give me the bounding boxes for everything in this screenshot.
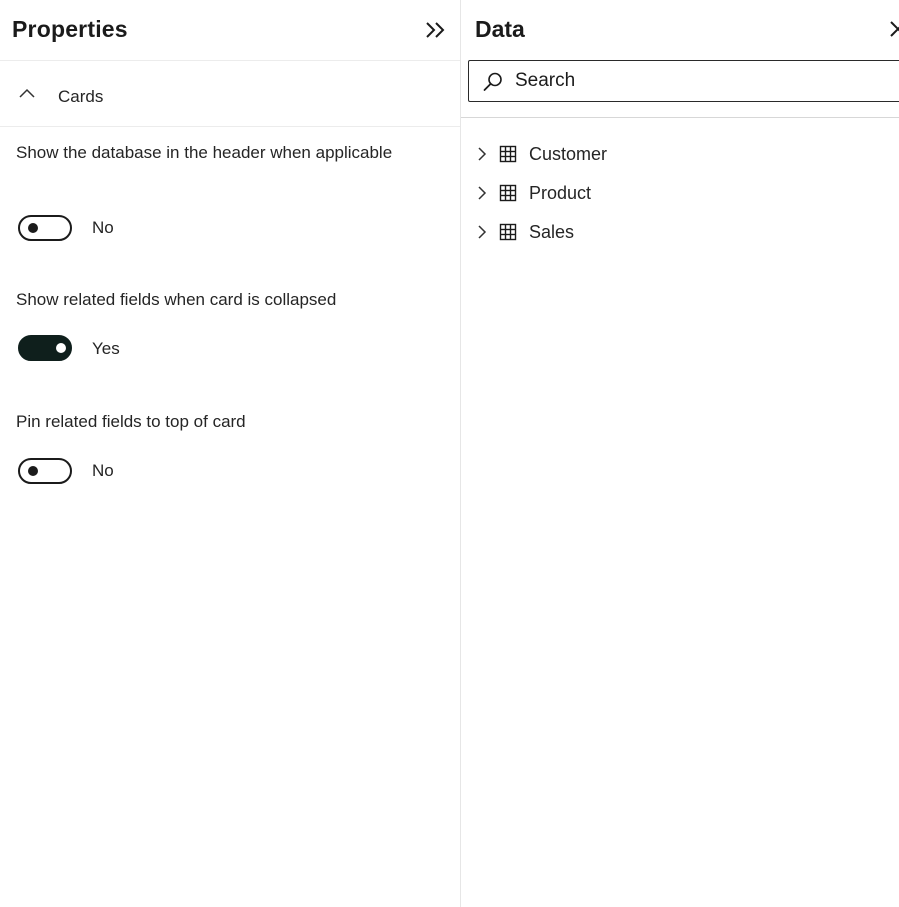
tree-item-product[interactable]: Product: [475, 178, 875, 208]
setting-label-show-database: Show the database in the header when app…: [16, 143, 393, 162]
table-icon: [499, 223, 517, 241]
toggle-knob: [28, 223, 38, 233]
search-icon: [483, 72, 502, 91]
tree-item-customer[interactable]: Customer: [475, 139, 875, 169]
toggle-pin-related-fields[interactable]: [18, 458, 72, 484]
tree-item-label: Sales: [529, 222, 575, 242]
search-box[interactable]: [468, 60, 899, 102]
double-chevron-right-icon: [426, 22, 445, 38]
divider: [461, 117, 899, 118]
toggle-show-database[interactable]: [18, 215, 72, 241]
cards-section-toggle[interactable]: Cards: [0, 62, 460, 127]
collapse-pane-button[interactable]: [421, 15, 451, 45]
setting-label-pin-related-fields: Pin related fields to top of card: [16, 412, 246, 431]
properties-pane: Properties Cards Show the database in th…: [0, 0, 461, 907]
chevron-up-icon: [19, 88, 35, 98]
table-icon: [499, 184, 517, 202]
table-icon: [499, 145, 517, 163]
data-title: Data: [475, 16, 525, 42]
close-icon[interactable]: [885, 15, 899, 45]
chevron-right-icon[interactable]: [477, 224, 487, 240]
cards-section-label: Cards: [58, 87, 104, 106]
toggle-show-related-fields[interactable]: [18, 335, 72, 361]
toggle-state-show-database: No: [92, 218, 114, 237]
toggle-state-show-related-fields: Yes: [92, 339, 120, 358]
toggle-knob: [56, 343, 66, 353]
setting-label-show-related-fields: Show related fields when card is collaps…: [16, 290, 337, 309]
tree-item-sales[interactable]: Sales: [475, 217, 875, 247]
app-root: Properties Cards Show the database in th…: [0, 0, 899, 907]
properties-header: Properties: [0, 0, 460, 61]
data-pane: Data Customer: [461, 0, 899, 907]
search-input[interactable]: [515, 69, 875, 93]
properties-title: Properties: [12, 16, 128, 42]
chevron-right-icon[interactable]: [477, 185, 487, 201]
toggle-knob: [28, 466, 38, 476]
tree-item-label: Product: [529, 183, 592, 203]
tree-item-label: Customer: [529, 144, 608, 164]
chevron-right-icon[interactable]: [477, 146, 487, 162]
toggle-state-pin-related-fields: No: [92, 461, 114, 480]
